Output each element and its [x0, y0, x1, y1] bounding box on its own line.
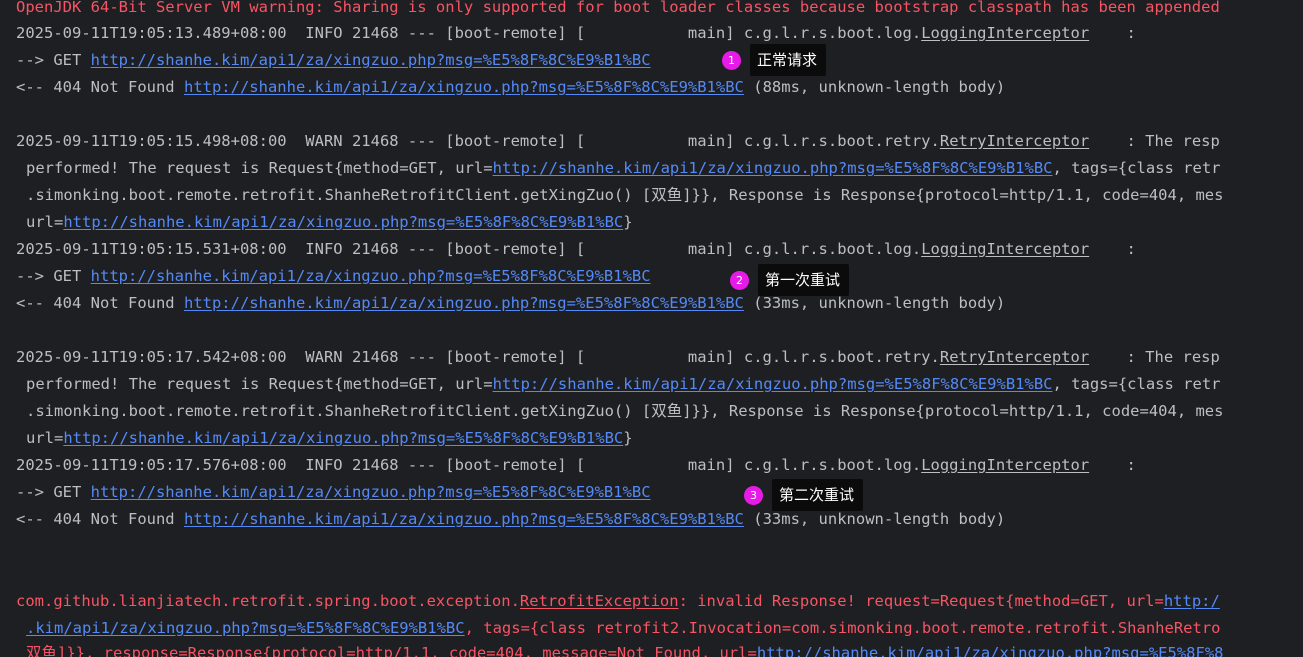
- exception-url-link[interactable]: http://shanhe.kim/api1/za/xingzuo.php?ms…: [757, 644, 1224, 657]
- log-line-warn-continued: url=http://shanhe.kim/api1/za/xingzuo.ph…: [26, 213, 633, 231]
- logger-class-link[interactable]: LoggingInterceptor: [921, 240, 1089, 258]
- log-line-warn-continued: performed! The request is Request{method…: [26, 159, 1221, 177]
- step-number-badge: 3: [744, 485, 763, 505]
- annotation-label: 正常请求: [750, 44, 827, 76]
- log-line-info: 2025-09-11T19:05:13.489+08:00 INFO 21468…: [16, 24, 1136, 42]
- exception-url-link[interactable]: .kim/api1/za/xingzuo.php?msg=%E5%8F%8C%E…: [26, 619, 465, 637]
- request-url-link[interactable]: http://shanhe.kim/api1/za/xingzuo.php?ms…: [91, 483, 651, 501]
- annotation-label: 第一次重试: [758, 264, 850, 296]
- annotation-normal-request: 1 正常请求: [722, 44, 827, 76]
- logger-class-link[interactable]: LoggingInterceptor: [921, 24, 1089, 42]
- annotation-second-retry: 3 第二次重试: [744, 479, 864, 511]
- log-line-warn: 2025-09-11T19:05:15.498+08:00 WARN 21468…: [16, 132, 1220, 150]
- exception-line-continued: 双鱼]}}, response=Response{protocol=http/1…: [26, 640, 1223, 657]
- retry-class-link[interactable]: RetryInterceptor: [940, 348, 1089, 366]
- log-line-warn: 2025-09-11T19:05:17.542+08:00 WARN 21468…: [16, 348, 1220, 366]
- jvm-warning: OpenJDK 64-Bit Server VM warning: Sharin…: [16, 0, 1220, 16]
- exception-class-link[interactable]: RetrofitException: [520, 592, 679, 610]
- request-url-link[interactable]: http://shanhe.kim/api1/za/xingzuo.php?ms…: [493, 375, 1053, 393]
- request-url-link[interactable]: http://shanhe.kim/api1/za/xingzuo.php?ms…: [493, 159, 1053, 177]
- log-line-info: 2025-09-11T19:05:15.531+08:00 INFO 21468…: [16, 240, 1136, 258]
- log-line-warn-continued: .simonking.boot.remote.retrofit.ShanheRe…: [26, 186, 1224, 204]
- log-line-warn-continued: .simonking.boot.remote.retrofit.ShanheRe…: [26, 402, 1224, 420]
- log-line-warn-continued: url=http://shanhe.kim/api1/za/xingzuo.ph…: [26, 429, 633, 447]
- exception-line-continued: .kim/api1/za/xingzuo.php?msg=%E5%8F%8C%E…: [26, 619, 1221, 637]
- annotation-first-retry: 2 第一次重试: [730, 264, 850, 296]
- log-line-request: --> GET http://shanhe.kim/api1/za/xingzu…: [16, 267, 651, 285]
- annotation-label: 第二次重试: [772, 479, 864, 511]
- logger-class-link[interactable]: LoggingInterceptor: [921, 456, 1089, 474]
- response-url-link[interactable]: http://shanhe.kim/api1/za/xingzuo.php?ms…: [63, 429, 623, 447]
- log-line-response: <-- 404 Not Found http://shanhe.kim/api1…: [16, 294, 1006, 312]
- log-line-warn-continued: performed! The request is Request{method…: [26, 375, 1221, 393]
- console-output[interactable]: OpenJDK 64-Bit Server VM warning: Sharin…: [0, 0, 1303, 657]
- request-url-link[interactable]: http://shanhe.kim/api1/za/xingzuo.php?ms…: [91, 267, 651, 285]
- step-number-badge: 1: [722, 50, 741, 70]
- response-url-link[interactable]: http://shanhe.kim/api1/za/xingzuo.php?ms…: [184, 294, 744, 312]
- exception-line: com.github.lianjiatech.retrofit.spring.b…: [16, 592, 1220, 610]
- response-url-link[interactable]: http://shanhe.kim/api1/za/xingzuo.php?ms…: [184, 78, 744, 96]
- step-number-badge: 2: [730, 270, 749, 290]
- log-line-response: <-- 404 Not Found http://shanhe.kim/api1…: [16, 78, 1006, 96]
- log-line-request: --> GET http://shanhe.kim/api1/za/xingzu…: [16, 51, 651, 69]
- retry-class-link[interactable]: RetryInterceptor: [940, 132, 1089, 150]
- log-line-request: --> GET http://shanhe.kim/api1/za/xingzu…: [16, 483, 651, 501]
- request-url-link[interactable]: http://shanhe.kim/api1/za/xingzuo.php?ms…: [91, 51, 651, 69]
- response-url-link[interactable]: http://shanhe.kim/api1/za/xingzuo.php?ms…: [63, 213, 623, 231]
- log-line-info: 2025-09-11T19:05:17.576+08:00 INFO 21468…: [16, 456, 1136, 474]
- response-url-link[interactable]: http://shanhe.kim/api1/za/xingzuo.php?ms…: [184, 510, 744, 528]
- exception-url-link[interactable]: http:/: [1164, 592, 1220, 610]
